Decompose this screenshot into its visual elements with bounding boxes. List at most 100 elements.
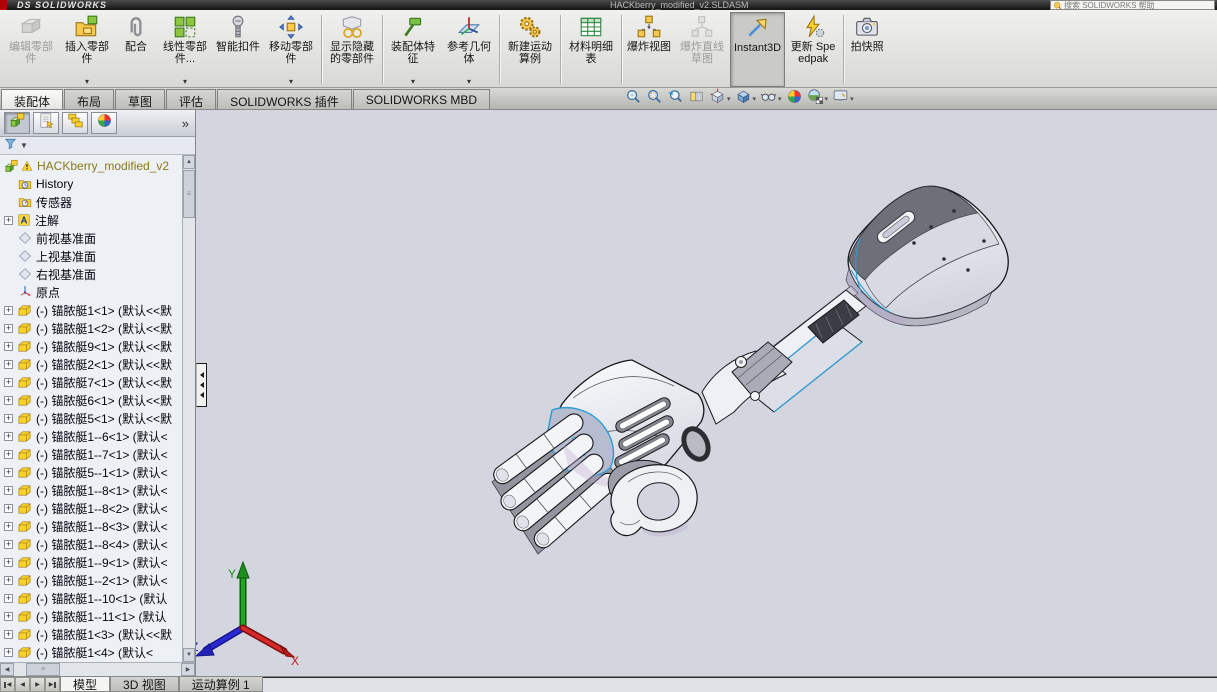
ribbon-button-bom[interactable]: 材料明细表 bbox=[563, 12, 619, 87]
last-tab-button[interactable]: ▶ bbox=[45, 677, 60, 692]
ribbon-button-motion-study[interactable]: 新建运动算例 bbox=[502, 12, 558, 87]
zoom-fit-button[interactable] bbox=[625, 88, 642, 110]
scroll-right-arrow-icon[interactable]: ▶ bbox=[181, 663, 195, 676]
dropdown-caret-icon[interactable]: ▾ bbox=[411, 78, 415, 86]
edit-appearance-button[interactable] bbox=[786, 88, 803, 110]
expander-icon[interactable] bbox=[4, 575, 13, 585]
expander-icon[interactable] bbox=[4, 557, 13, 567]
tree-component-row[interactable]: (-) 锚脓艇1--9<1> (默认< bbox=[0, 553, 182, 571]
tree-component-row[interactable]: (-) 锚脓艇2<1> (默认<<默 bbox=[0, 355, 182, 373]
propertymanager-tab[interactable] bbox=[33, 112, 59, 134]
tree-component-row[interactable]: (-) 锚脓艇1<4> (默认< bbox=[0, 643, 182, 661]
tree-component-row[interactable]: (-) 锚脓艇6<1> (默认<<默 bbox=[0, 391, 182, 409]
ribbon-button-move-component[interactable]: 移动零部件 ▾ bbox=[263, 12, 319, 87]
expander-icon[interactable] bbox=[4, 323, 13, 333]
panel-collapse-handle[interactable] bbox=[196, 363, 207, 407]
dropdown-caret-icon[interactable]: ▾ bbox=[727, 95, 731, 103]
status-tab-active[interactable]: 模型 bbox=[60, 677, 111, 692]
ribbon-button-show-hidden[interactable]: 显示隐藏的零部件 bbox=[324, 12, 380, 87]
tree-item[interactable]: 上视基准面 bbox=[0, 247, 182, 265]
tree-item[interactable]: 右视基准面 bbox=[0, 265, 182, 283]
tree-component-row[interactable]: (-) 锚脓艇1<2> (默认<<默 bbox=[0, 319, 182, 337]
expander-icon[interactable] bbox=[4, 467, 13, 477]
expander-icon[interactable] bbox=[4, 215, 13, 225]
expander-icon[interactable] bbox=[4, 449, 13, 459]
next-tab-button[interactable]: ▶ bbox=[30, 677, 45, 692]
dropdown-caret-icon[interactable]: ▾ bbox=[289, 78, 293, 86]
tree-component-row[interactable]: (-) 锚脓艇5--1<1> (默认< bbox=[0, 463, 182, 481]
tree-item[interactable]: History bbox=[0, 175, 182, 193]
tree-component-row[interactable]: (-) 锚脓艇1--8<4> (默认< bbox=[0, 535, 182, 553]
expander-icon[interactable] bbox=[4, 521, 13, 531]
first-tab-button[interactable]: ◀ bbox=[0, 677, 15, 692]
expander-icon[interactable] bbox=[4, 341, 13, 351]
tree-vertical-scrollbar[interactable]: ▲ ▼ bbox=[182, 155, 195, 662]
ribbon-button-linear-pattern[interactable]: 线性零部件... ▾ bbox=[157, 12, 213, 87]
expander-icon[interactable] bbox=[4, 431, 13, 441]
tree-component-row[interactable]: (-) 锚脓艇5<1> (默认<<默 bbox=[0, 409, 182, 427]
ribbon-button-update-speedpak[interactable]: 更新 Speedpak bbox=[785, 12, 841, 87]
tree-item[interactable]: 传感器 bbox=[0, 193, 182, 211]
help-search-box[interactable]: 搜索 SOLIDWORKS 帮助 bbox=[1050, 0, 1215, 10]
tree-filter-bar[interactable]: ▼ bbox=[0, 137, 195, 155]
tab-command[interactable]: SOLIDWORKS MBD bbox=[352, 89, 491, 109]
expander-icon[interactable] bbox=[4, 647, 13, 657]
dropdown-caret-icon[interactable]: ▾ bbox=[85, 78, 89, 86]
dropdown-caret-icon[interactable]: ▾ bbox=[778, 95, 782, 103]
previous-view-button[interactable] bbox=[667, 88, 684, 110]
tab-command[interactable]: SOLIDWORKS 插件 bbox=[217, 89, 352, 109]
view-orientation-button[interactable]: ▾ bbox=[709, 88, 731, 110]
tree-component-row[interactable]: (-) 锚脓艇9<1> (默认<<默 bbox=[0, 337, 182, 355]
dropdown-caret-icon[interactable]: ▾ bbox=[825, 95, 829, 103]
tree-item[interactable]: 前视基准面 bbox=[0, 229, 182, 247]
tree-component-row[interactable]: (-) 锚脓艇1--6<1> (默认< bbox=[0, 427, 182, 445]
filter-dropdown-caret-icon[interactable]: ▼ bbox=[20, 141, 28, 150]
tree-component-row[interactable]: (-) 锚脓艇7<1> (默认<<默 bbox=[0, 373, 182, 391]
ribbon-button-smart-fasteners[interactable]: 智能扣件 bbox=[213, 12, 263, 87]
ribbon-button-assembly-features[interactable]: 装配体特征 ▾ bbox=[385, 12, 441, 87]
dropdown-caret-icon[interactable]: ▾ bbox=[753, 95, 757, 103]
tree-horizontal-scrollbar[interactable]: ◀ ≡ ▶ bbox=[0, 662, 195, 676]
hide-show-items-button[interactable]: ▾ bbox=[760, 88, 782, 110]
tree-item[interactable]: 原点 bbox=[0, 283, 182, 301]
zoom-area-button[interactable] bbox=[646, 88, 663, 110]
expander-icon[interactable] bbox=[4, 503, 13, 513]
tree-component-row[interactable]: (-) 锚脓艇1--8<3> (默认< bbox=[0, 517, 182, 535]
scrollbar-thumb[interactable] bbox=[183, 170, 195, 218]
tree-component-row[interactable]: (-) 锚脓艇1--10<1> (默认 bbox=[0, 589, 182, 607]
tree-item[interactable]: 注解 bbox=[0, 211, 182, 229]
tree-component-row[interactable]: (-) 锚脓艇1--8<2> (默认< bbox=[0, 499, 182, 517]
ribbon-button-instant3d[interactable]: Instant3D bbox=[730, 12, 786, 87]
status-tab-item[interactable]: 3D 视图 bbox=[110, 677, 179, 692]
expander-icon[interactable] bbox=[4, 377, 13, 387]
expander-icon[interactable] bbox=[4, 359, 13, 369]
model-canvas[interactable] bbox=[196, 110, 1217, 676]
ribbon-button-insert-component[interactable]: 插入零部件 ▾ bbox=[59, 12, 115, 87]
panel-expand-chevron-icon[interactable]: » bbox=[182, 116, 191, 131]
tree-root-row[interactable]: HACKberry_modified_v2 bbox=[0, 157, 182, 175]
tree-component-row[interactable]: (-) 锚脓艇1--8<1> (默认< bbox=[0, 481, 182, 499]
tab-command[interactable]: 布局 bbox=[64, 89, 115, 109]
tree-component-row[interactable]: (-) 锚脓艇1--7<1> (默认< bbox=[0, 445, 182, 463]
ribbon-button-reference-geometry[interactable]: 参考几何体 ▾ bbox=[441, 12, 497, 87]
tab-command[interactable]: 评估 bbox=[166, 89, 217, 109]
tree-component-row[interactable]: (-) 锚脓艇1<1> (默认<<默 bbox=[0, 301, 182, 319]
section-view-button[interactable] bbox=[688, 88, 705, 110]
view-settings-button[interactable]: ▾ bbox=[832, 88, 854, 110]
expander-icon[interactable] bbox=[4, 305, 13, 315]
dropdown-caret-icon[interactable]: ▾ bbox=[183, 78, 187, 86]
apply-scene-button[interactable]: ▾ bbox=[807, 88, 829, 110]
scrollbar-thumb-h[interactable]: ≡ bbox=[26, 663, 60, 676]
tree-component-row[interactable]: (-) 锚脓艇1<3> (默认<<默 bbox=[0, 625, 182, 643]
tree-component-row[interactable]: (-) 锚脓艇1--11<1> (默认 bbox=[0, 607, 182, 625]
display-style-button[interactable]: ▾ bbox=[735, 88, 757, 110]
featuremanager-tree-tab[interactable] bbox=[4, 112, 30, 134]
ribbon-button-exploded-view[interactable]: 爆炸视图 bbox=[624, 12, 674, 87]
expander-icon[interactable] bbox=[4, 593, 13, 603]
configurationmanager-tab[interactable] bbox=[62, 112, 88, 134]
ribbon-button-mate[interactable]: 配合 bbox=[115, 12, 157, 87]
expander-icon[interactable] bbox=[4, 413, 13, 423]
tab-command[interactable]: 草图 bbox=[115, 89, 166, 109]
tree-component-row[interactable]: (-) 锚脓艇1--2<1> (默认< bbox=[0, 571, 182, 589]
expander-icon[interactable] bbox=[4, 629, 13, 639]
